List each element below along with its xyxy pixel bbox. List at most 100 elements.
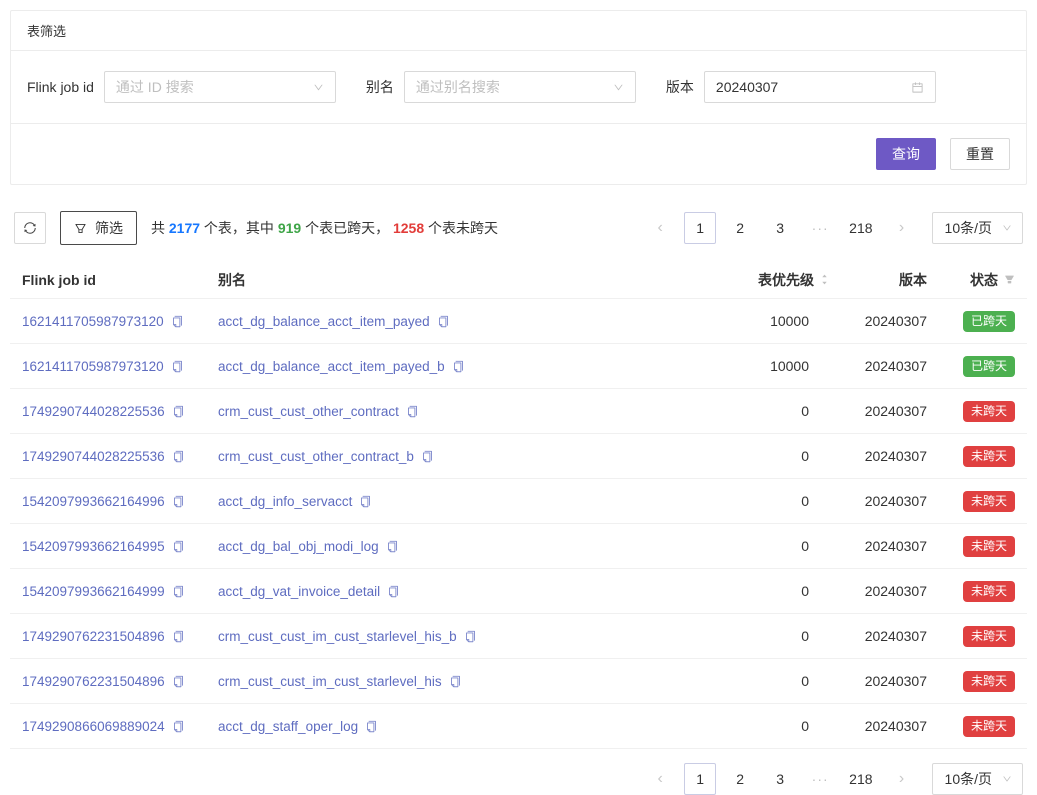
version-cell: 20240307 (829, 628, 933, 644)
page-size-value: 10条/页 (945, 769, 992, 789)
alias-link[interactable]: acct_dg_balance_acct_item_payed (218, 314, 430, 329)
table-row: 1749290762231504896 crm_cust_cust_im_cus… (10, 659, 1027, 704)
column-header-alias: 别名 (218, 270, 659, 290)
next-page-button[interactable]: › (886, 763, 918, 795)
summary-text: 个表未跨天 (424, 220, 498, 236)
summary-text: 共 (151, 220, 169, 236)
prev-page-button[interactable]: ‹ (644, 212, 676, 244)
filter-row: Flink job id 通过 ID 搜索 别名 通过别名搜索 版本 (11, 51, 1026, 123)
priority-cell: 10000 (659, 358, 829, 374)
job-id-link[interactable]: 1621411705987973120 (22, 359, 164, 374)
copy-icon[interactable] (172, 450, 185, 463)
copy-icon[interactable] (359, 495, 372, 508)
copy-icon[interactable] (386, 540, 399, 553)
alias-label: 别名 (366, 77, 394, 97)
query-button[interactable]: 查询 (876, 138, 936, 170)
status-badge: 未跨天 (963, 626, 1015, 647)
page-button-1[interactable]: 1 (684, 763, 716, 795)
column-header-status: 状态 (970, 270, 998, 290)
status-badge: 未跨天 (963, 446, 1015, 467)
version-cell: 20240307 (829, 313, 933, 329)
table-toolbar: 筛选 共 2177 个表，其中 919 个表已跨天， 1258 个表未跨天 ‹1… (10, 211, 1027, 245)
alias-link[interactable]: acct_dg_vat_invoice_detail (218, 584, 380, 599)
copy-icon[interactable] (172, 495, 185, 508)
job-id-link[interactable]: 1621411705987973120 (22, 314, 164, 329)
alias-link[interactable]: crm_cust_cust_im_cust_starlevel_his (218, 674, 442, 689)
copy-icon[interactable] (421, 450, 434, 463)
copy-icon[interactable] (172, 405, 185, 418)
version-cell: 20240307 (829, 718, 933, 734)
priority-cell: 0 (659, 403, 829, 419)
copy-icon[interactable] (172, 720, 185, 733)
status-badge: 未跨天 (963, 671, 1015, 692)
job-id-link[interactable]: 1749290762231504896 (22, 629, 165, 644)
status-badge: 未跨天 (963, 581, 1015, 602)
copy-icon[interactable] (172, 675, 185, 688)
page-button-3[interactable]: 3 (764, 212, 796, 244)
alias-link[interactable]: crm_cust_cust_other_contract (218, 404, 399, 419)
page-button-2[interactable]: 2 (724, 763, 756, 795)
alias-select[interactable]: 通过别名搜索 (404, 71, 636, 103)
page-button-218[interactable]: 218 (844, 212, 877, 244)
copy-icon[interactable] (365, 720, 378, 733)
copy-icon[interactable] (464, 630, 477, 643)
page-size-select[interactable]: 10条/页 (932, 763, 1023, 795)
job-id-link[interactable]: 1749290762231504896 (22, 674, 165, 689)
job-id-link[interactable]: 1542097993662164996 (22, 494, 165, 509)
reset-button[interactable]: 重置 (950, 138, 1010, 170)
flink-job-id-select[interactable]: 通过 ID 搜索 (104, 71, 336, 103)
job-id-link[interactable]: 1542097993662164999 (22, 584, 165, 599)
copy-icon[interactable] (406, 405, 419, 418)
alias-link[interactable]: crm_cust_cust_other_contract_b (218, 449, 414, 464)
status-filter-icon[interactable] (1004, 274, 1015, 285)
job-id-link[interactable]: 1749290744028225536 (22, 404, 165, 419)
alias-link[interactable]: crm_cust_cust_im_cust_starlevel_his_b (218, 629, 457, 644)
next-page-button[interactable]: › (886, 212, 918, 244)
page-size-value: 10条/页 (945, 218, 992, 238)
chevron-down-icon (1002, 223, 1012, 233)
alias-link[interactable]: acct_dg_balance_acct_item_payed_b (218, 359, 445, 374)
page-button-218[interactable]: 218 (844, 763, 877, 795)
status-badge: 未跨天 (963, 716, 1015, 737)
copy-icon[interactable] (437, 315, 450, 328)
version-date-field[interactable] (704, 71, 936, 103)
copy-icon[interactable] (172, 540, 185, 553)
priority-cell: 0 (659, 493, 829, 509)
copy-icon[interactable] (171, 315, 184, 328)
job-id-link[interactable]: 1749290744028225536 (22, 449, 165, 464)
table-row: 1749290762231504896 crm_cust_cust_im_cus… (10, 614, 1027, 659)
copy-icon[interactable] (171, 360, 184, 373)
priority-cell: 0 (659, 673, 829, 689)
page-button-1[interactable]: 1 (684, 212, 716, 244)
alias-link[interactable]: acct_dg_info_servacct (218, 494, 352, 509)
copy-icon[interactable] (387, 585, 400, 598)
copy-icon[interactable] (449, 675, 462, 688)
version-cell: 20240307 (829, 358, 933, 374)
chevron-down-icon (313, 82, 324, 93)
crossed-count: 919 (278, 220, 301, 236)
alias-link[interactable]: acct_dg_staff_oper_log (218, 719, 358, 734)
job-id-link[interactable]: 1542097993662164995 (22, 539, 165, 554)
version-input[interactable] (716, 79, 903, 95)
version-cell: 20240307 (829, 583, 933, 599)
refresh-button[interactable] (14, 212, 46, 244)
table-body: 1621411705987973120 acct_dg_balance_acct… (10, 299, 1027, 749)
copy-icon[interactable] (172, 585, 185, 598)
table-row: 1542097993662164996 acct_dg_info_servacc… (10, 479, 1027, 524)
page-button-2[interactable]: 2 (724, 212, 756, 244)
sort-toggle[interactable] (820, 273, 829, 286)
prev-page-button[interactable]: ‹ (644, 763, 676, 795)
copy-icon[interactable] (452, 360, 465, 373)
page-size-select[interactable]: 10条/页 (932, 212, 1023, 244)
table-header: Flink job id 别名 表优先级 版本 状态 (10, 261, 1027, 299)
flink-job-id-placeholder: 通过 ID 搜索 (116, 77, 305, 97)
chevron-down-icon (1002, 774, 1012, 784)
table-row: 1749290866069889024 acct_dg_staff_oper_l… (10, 704, 1027, 749)
alias-link[interactable]: acct_dg_bal_obj_modi_log (218, 539, 379, 554)
job-id-link[interactable]: 1749290866069889024 (22, 719, 165, 734)
page-button-3[interactable]: 3 (764, 763, 796, 795)
copy-icon[interactable] (172, 630, 185, 643)
filter-toggle-button[interactable]: 筛选 (60, 211, 137, 245)
status-badge: 已跨天 (963, 356, 1015, 377)
priority-cell: 0 (659, 628, 829, 644)
